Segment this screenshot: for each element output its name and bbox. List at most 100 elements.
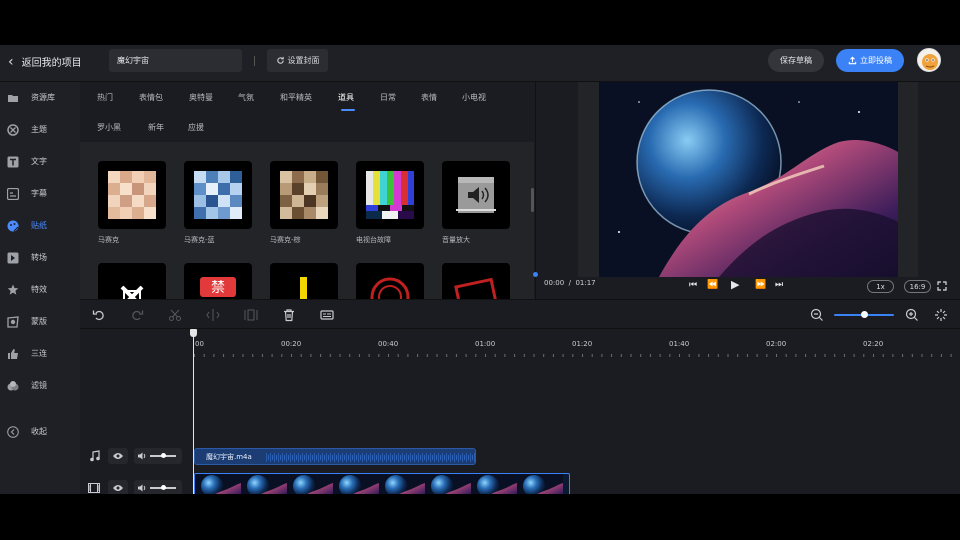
volume-up-sticker-thumb[interactable]	[442, 161, 510, 229]
tab-memes[interactable]: 表情包	[139, 92, 163, 103]
tab-little-tv[interactable]: 小电视	[462, 92, 486, 103]
subtitle-tool-icon[interactable]	[320, 308, 334, 322]
avatar[interactable]	[917, 48, 941, 72]
tab-expression[interactable]: 表情	[421, 92, 437, 103]
sticker-icon	[7, 220, 19, 232]
sticker-item[interactable]: 马赛克-棕	[270, 161, 338, 245]
tab-new-year[interactable]: 新年	[148, 122, 164, 133]
save-draft-button[interactable]: 保存草稿	[768, 49, 824, 72]
tab-hot[interactable]: 热门	[97, 92, 113, 103]
preview-progress-handle[interactable]	[533, 272, 538, 277]
back-label: 返回我的项目	[21, 58, 82, 69]
skip-to-start-icon[interactable]: ⏮	[689, 281, 697, 290]
skip-to-end-icon[interactable]: ⏭	[775, 281, 783, 290]
audio-clip[interactable]: 魔幻宇宙.m4a	[194, 448, 476, 465]
sidebar-item-label: 资源库	[31, 93, 55, 102]
step-forward-icon[interactable]: ⏩	[755, 281, 766, 290]
set-cover-button[interactable]: 设置封面	[267, 49, 328, 72]
sticker-item[interactable]: 禁	[184, 263, 252, 299]
sticker-item[interactable]	[356, 263, 424, 299]
sidebar-item-transition[interactable]: 转场	[0, 247, 80, 269]
play-icon[interactable]: ▶	[731, 279, 739, 290]
tab-cheer[interactable]: 应援	[188, 122, 204, 133]
video-visibility-toggle[interactable]	[108, 480, 128, 494]
tab-daily[interactable]: 日常	[380, 92, 396, 103]
seal-sticker-thumb[interactable]	[442, 263, 510, 299]
sticker-item[interactable]: 马赛克-蓝	[184, 161, 252, 245]
sidebar-item-subtitle[interactable]: 字幕	[0, 183, 80, 205]
publish-button[interactable]: 立即投稿	[836, 49, 904, 72]
redo-icon[interactable]	[130, 308, 144, 322]
zoom-in-icon[interactable]	[905, 308, 919, 322]
zoom-out-icon[interactable]	[810, 308, 824, 322]
step-back-icon[interactable]: ⏪	[707, 281, 718, 290]
fit-timeline-icon[interactable]	[934, 308, 948, 322]
video-volume-control[interactable]	[134, 480, 182, 494]
tab-ultraman[interactable]: 奥特曼	[189, 92, 213, 103]
tab-props[interactable]: 道具	[338, 92, 354, 103]
aspect-ratio-button[interactable]: 16:9	[904, 280, 931, 293]
film-icon	[88, 483, 100, 493]
mosaic-brown-sticker-thumb[interactable]	[270, 161, 338, 229]
mask-icon	[7, 316, 19, 328]
sidebar-item-library[interactable]: 资源库	[0, 87, 80, 109]
audio-volume-control[interactable]	[134, 448, 182, 464]
volume-icon	[138, 452, 146, 460]
collapse-label: 收起	[31, 427, 47, 436]
sidebar-item-effects[interactable]: 特效	[0, 279, 80, 301]
speed-button[interactable]: 1x	[867, 280, 894, 293]
volume-slider-handle[interactable]	[161, 485, 166, 490]
sticker-item[interactable]: 电视台故障	[356, 161, 424, 245]
sidebar-item-triple[interactable]: 三连	[0, 343, 80, 365]
tab-atmosphere[interactable]: 气氛	[238, 92, 254, 103]
ruler-label: 01:20	[572, 340, 593, 348]
forbidden-sticker-text: 禁	[211, 280, 225, 296]
sidebar-item-theme[interactable]: 主题	[0, 119, 80, 141]
sticker-name: 电视台故障	[356, 236, 391, 244]
playhead[interactable]	[193, 331, 194, 494]
collapse-icon	[7, 426, 19, 438]
mosaic-blue-sticker-thumb[interactable]	[184, 161, 252, 229]
tv-glitch-sticker-thumb[interactable]	[356, 161, 424, 229]
tab-peace-elite[interactable]: 和平精英	[280, 92, 312, 103]
sticker-item[interactable]	[98, 263, 166, 299]
transition-icon	[7, 252, 19, 264]
fullscreen-icon[interactable]	[937, 281, 947, 291]
sticker-name: 马赛克-棕	[270, 236, 301, 244]
sticker-name: 马赛克-蓝	[184, 236, 215, 244]
stamp-sticker-thumb[interactable]	[356, 263, 424, 299]
trim-left-icon[interactable]	[206, 308, 220, 322]
sticker-scrollbar[interactable]	[531, 188, 534, 212]
trim-right-icon[interactable]	[244, 308, 258, 322]
undo-icon[interactable]	[92, 308, 106, 322]
sidebar-item-mask[interactable]: 蒙版	[0, 311, 80, 333]
delete-icon[interactable]	[282, 308, 296, 322]
sticker-item[interactable]: 马赛克	[98, 161, 166, 245]
sticker-item[interactable]	[442, 263, 510, 299]
forbidden-sticker-thumb[interactable]: 禁	[184, 263, 252, 299]
no-camera-sticker-thumb[interactable]	[98, 263, 166, 299]
project-title-input[interactable]	[109, 49, 242, 72]
sidebar-item-label: 字幕	[31, 189, 47, 198]
exclamation-sticker-thumb[interactable]	[270, 263, 338, 299]
sticker-item[interactable]	[270, 263, 338, 299]
subtitle-icon	[7, 188, 19, 200]
sidebar-collapse-button[interactable]: 收起	[0, 421, 80, 443]
video-clip[interactable]	[194, 473, 570, 494]
tab-luoxiaohei[interactable]: 罗小黑	[97, 122, 121, 133]
mosaic-sticker-thumb[interactable]	[98, 161, 166, 229]
sticker-grid: 马赛克 马赛克-蓝 马赛克-棕 电视台故障 音量放大 禁	[80, 142, 534, 299]
sticker-item[interactable]: 音量放大	[442, 161, 510, 245]
video-thumbnails	[195, 474, 563, 494]
timeline-toolbar	[80, 299, 960, 329]
sidebar-item-sticker[interactable]: 贴纸	[0, 215, 80, 237]
sidebar-item-label: 三连	[31, 349, 47, 358]
sidebar-item-filter[interactable]: 滤镜	[0, 375, 80, 397]
sidebar-item-label: 转场	[31, 253, 47, 262]
back-to-projects-button[interactable]: ‹ 返回我的项目	[8, 54, 82, 70]
split-icon[interactable]	[168, 308, 182, 322]
audio-visibility-toggle[interactable]	[108, 448, 128, 464]
volume-slider-handle[interactable]	[161, 453, 166, 458]
zoom-slider-handle[interactable]	[861, 311, 868, 318]
sidebar-item-text[interactable]: 文字	[0, 151, 80, 173]
